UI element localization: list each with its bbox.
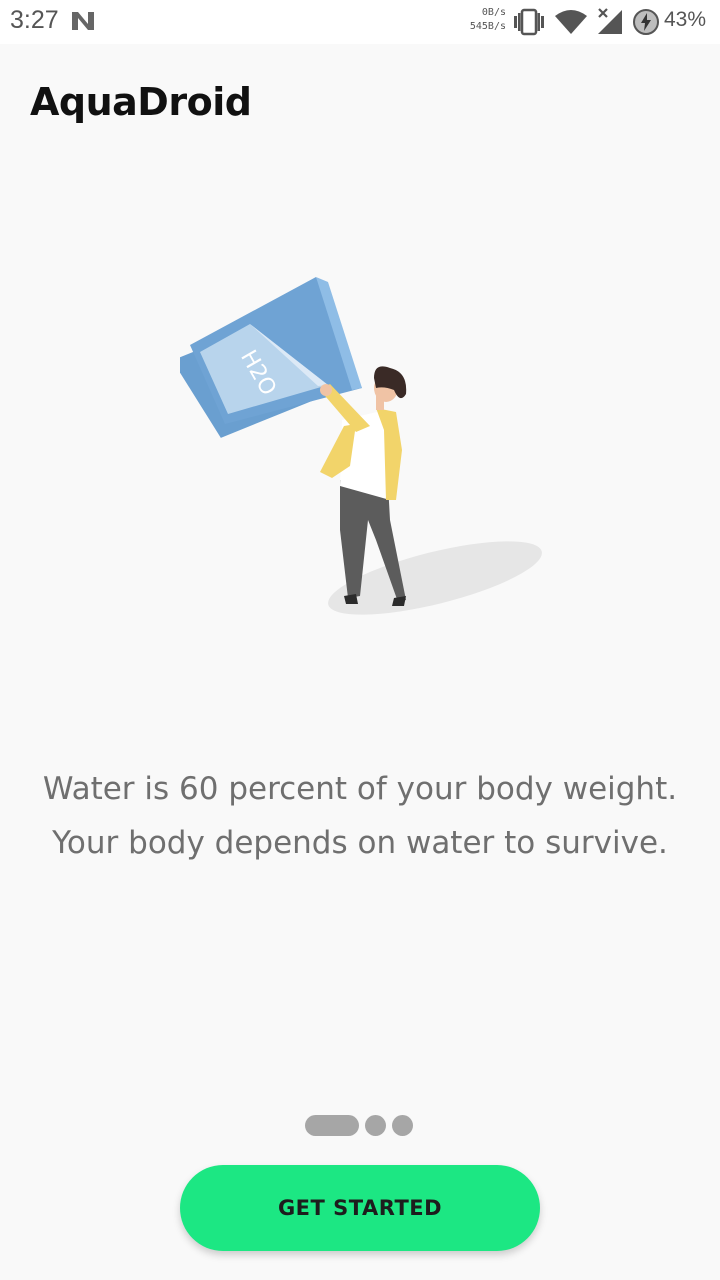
- network-speed: 0B/s 545B/s: [462, 6, 506, 34]
- battery-charging-icon: [633, 9, 659, 35]
- battery-percent: 43%: [664, 8, 707, 31]
- onboarding-description: Water is 60 percent of your body weight.…: [42, 771, 678, 861]
- wifi-icon: [555, 10, 587, 34]
- app-title: AquaDroid: [30, 80, 252, 124]
- page-dot-active[interactable]: [305, 1115, 359, 1136]
- page-indicator[interactable]: [305, 1115, 413, 1137]
- drinking-water-illustration: H2O: [180, 277, 542, 615]
- status-bar: 3:27 0B/s 545B/s 43%: [0, 0, 720, 44]
- signal-icon: [598, 8, 622, 34]
- vibrate-icon: [514, 8, 544, 36]
- status-time: 3:27: [10, 6, 59, 34]
- page-dot[interactable]: [365, 1115, 386, 1136]
- net-up: 545B/s: [469, 21, 506, 32]
- page-dot[interactable]: [392, 1115, 413, 1136]
- net-down: 0B/s: [481, 7, 506, 18]
- get-started-button[interactable]: GET STARTED: [180, 1165, 540, 1251]
- n-logo-icon: [72, 12, 94, 30]
